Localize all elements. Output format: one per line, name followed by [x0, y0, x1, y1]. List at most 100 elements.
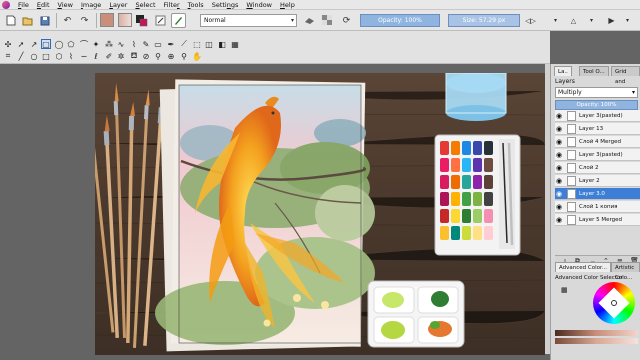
rectangle-select-icon[interactable]: ▢	[41, 39, 51, 49]
gradient-tool-icon[interactable]: ◫	[204, 39, 214, 49]
assistant-tool-icon[interactable]: ⚲	[153, 51, 163, 61]
size-slider[interactable]: Size: 57.29 px	[448, 14, 520, 27]
mirror-vertical-icon[interactable]: △	[566, 13, 581, 28]
layer-row[interactable]: ◉ Layer 13	[555, 123, 640, 135]
color-swap-icon[interactable]	[134, 13, 149, 28]
color-cursor[interactable]	[611, 300, 617, 306]
menu-help[interactable]: Help	[276, 0, 299, 10]
tab-layers[interactable]: La..	[554, 66, 572, 76]
tab-artistic-color[interactable]: Artistic Colo...	[611, 262, 640, 281]
open-folder-icon[interactable]	[20, 13, 35, 28]
ellipse-tool-icon[interactable]: ○	[29, 51, 39, 61]
polygon-select-icon[interactable]: ⬠	[66, 39, 76, 49]
fill-tool-icon[interactable]: ⛾	[129, 51, 139, 61]
layer-opacity-slider[interactable]: Opacity: 100%	[555, 100, 638, 110]
opacity-slider[interactable]: Opacity: 100%	[360, 14, 440, 27]
new-document-icon[interactable]	[3, 13, 18, 28]
fill-icon[interactable]	[153, 13, 168, 28]
similar-select-icon[interactable]: ⁂	[104, 39, 114, 49]
color-picker-icon[interactable]: ⊘	[141, 51, 151, 61]
visibility-eye-icon[interactable]: ◉	[556, 177, 562, 185]
wrap-around-icon[interactable]: ▶	[604, 13, 619, 28]
save-icon[interactable]	[37, 13, 52, 28]
brush-preset-icon[interactable]	[171, 13, 186, 28]
crop-tool-icon[interactable]: ⌗	[3, 51, 13, 61]
layers-panel-title: Layers	[555, 78, 575, 85]
smart-patch-icon[interactable]: ▦	[230, 39, 240, 49]
layer-row[interactable]: ◉ Слой 4 Merged	[555, 136, 640, 148]
menu-image[interactable]: Image	[77, 0, 105, 10]
ruler-tool-icon[interactable]: ⬚	[192, 39, 202, 49]
canvas-image[interactable]	[95, 73, 545, 355]
visibility-eye-icon[interactable]: ◉	[556, 138, 562, 146]
tab-tool-options[interactable]: Tool O...	[579, 66, 609, 76]
menu-window[interactable]: Window	[242, 0, 276, 10]
mirror-v-dropdown-icon[interactable]: ▾	[584, 13, 599, 28]
more-toolbar-icon[interactable]: ▾	[620, 13, 635, 28]
rectangle-tool-icon[interactable]: □	[41, 51, 51, 61]
zoom-tool-icon[interactable]: ⚲	[179, 51, 189, 61]
reload-preset-icon[interactable]: ⟳	[339, 13, 354, 28]
color-shade-bar[interactable]	[555, 338, 638, 344]
preserve-alpha-icon[interactable]	[320, 13, 335, 28]
menu-select[interactable]: Select	[131, 0, 159, 10]
measure-tool-icon[interactable]: ⊕	[166, 51, 176, 61]
contiguous-select-icon[interactable]: ✦	[91, 39, 101, 49]
redo-icon[interactable]: ↷	[77, 13, 92, 28]
polygon-tool-icon[interactable]: ⬡	[54, 51, 64, 61]
shape-tool-icon[interactable]: ▭	[153, 39, 163, 49]
visibility-eye-icon[interactable]: ◉	[556, 151, 562, 159]
layer-blend-mode-select[interactable]: Multiply ▾	[555, 87, 638, 98]
undo-icon[interactable]: ↶	[60, 13, 75, 28]
menu-view[interactable]: View	[54, 0, 77, 10]
bezier-tool-icon[interactable]: ∽	[79, 51, 89, 61]
pointer-tool-icon[interactable]: ➚	[16, 39, 26, 49]
polyline-tool-icon[interactable]: ⌇	[66, 51, 76, 61]
move-tool-icon[interactable]: ✣	[3, 39, 13, 49]
visibility-eye-icon[interactable]: ◉	[556, 125, 562, 133]
tab-grid[interactable]: Grid and	[611, 66, 640, 85]
text-tool-icon[interactable]: ✒	[166, 39, 176, 49]
pan-tool-icon[interactable]: ✋	[192, 51, 202, 61]
tab-advanced-color[interactable]: Advanced Color...	[555, 262, 612, 272]
magnetic-select-icon[interactable]: ⌇	[129, 39, 139, 49]
eraser-mode-icon[interactable]	[302, 13, 317, 28]
colorize-tool-icon[interactable]: ◧	[217, 39, 227, 49]
mirror-dropdown-icon[interactable]: ▾	[548, 13, 563, 28]
layer-row[interactable]: ◉ Слой 1 копия	[555, 201, 640, 213]
ellipse-select-icon[interactable]: ◯	[54, 39, 64, 49]
menu-settings[interactable]: Settings	[208, 0, 243, 10]
layer-thumbnail	[567, 137, 576, 147]
visibility-eye-icon[interactable]: ◉	[556, 216, 562, 224]
gradient-swatch[interactable]	[100, 13, 114, 27]
menu-layer[interactable]: Layer	[105, 0, 131, 10]
dynamic-brush-icon[interactable]: ✐	[104, 51, 114, 61]
mirror-horizontal-icon[interactable]: ◁▷	[523, 13, 538, 28]
layer-row[interactable]: ◉ Слой 2	[555, 162, 640, 174]
color-settings-icon[interactable]: ▦	[561, 286, 568, 294]
transform-tool-icon[interactable]: ↗	[29, 39, 39, 49]
calligraphy-tool-icon[interactable]: ⟋	[179, 39, 189, 49]
layer-row[interactable]: ◉ Layer 5 Merged	[555, 214, 640, 226]
pattern-swatch[interactable]	[118, 13, 132, 27]
visibility-eye-icon[interactable]: ◉	[556, 203, 562, 211]
line-tool-icon[interactable]: ╱	[16, 51, 26, 61]
bezier-select-icon[interactable]: ∿	[116, 39, 126, 49]
freehand-path-icon[interactable]: ℓ	[91, 51, 101, 61]
visibility-eye-icon[interactable]: ◉	[556, 190, 562, 198]
layer-row[interactable]: ◉ Layer 3.0	[555, 188, 640, 200]
blend-mode-select[interactable]: Normal ▾	[200, 14, 297, 27]
layer-row[interactable]: ◉ Layer 3(pasted)	[555, 110, 640, 122]
brush-tool-icon[interactable]: ✎	[141, 39, 151, 49]
layer-row[interactable]: ◉ Layer 2	[555, 175, 640, 187]
freehand-select-icon[interactable]: ⌒	[79, 39, 89, 49]
visibility-eye-icon[interactable]: ◉	[556, 164, 562, 172]
visibility-eye-icon[interactable]: ◉	[556, 112, 562, 120]
layer-row[interactable]: ◉ Layer 3(pasted)	[555, 149, 640, 161]
menu-filter[interactable]: Filter	[160, 0, 184, 10]
multibrush-icon[interactable]: ✲	[116, 51, 126, 61]
menu-edit[interactable]: Edit	[33, 0, 54, 10]
menu-tools[interactable]: Tools	[184, 0, 208, 10]
color-history-bar[interactable]	[555, 330, 638, 336]
menu-file[interactable]: File	[14, 0, 33, 10]
